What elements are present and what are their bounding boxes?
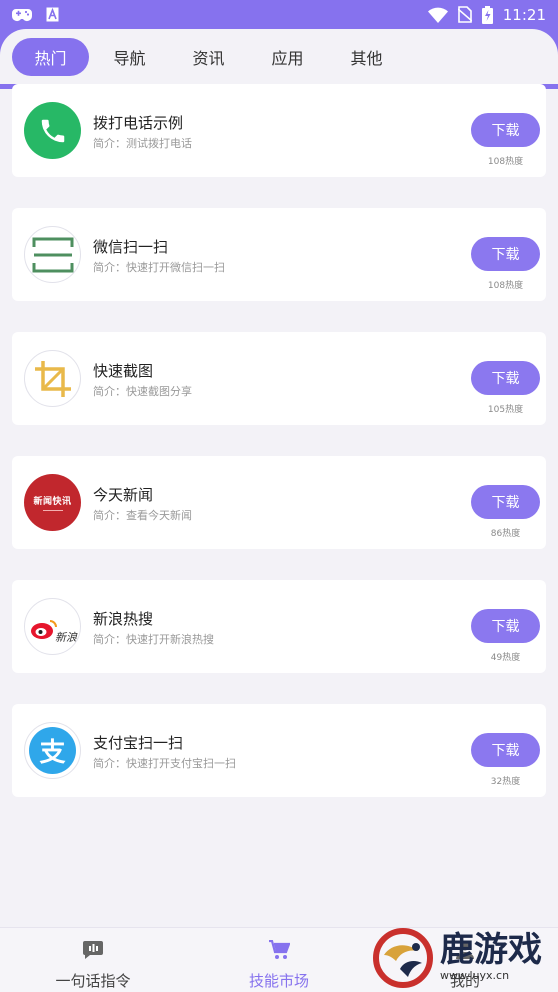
battery-charging-icon xyxy=(481,5,493,24)
category-tabs: 热门 导航 资讯 应用 其他 xyxy=(0,29,558,84)
no-sim-icon xyxy=(457,6,472,23)
heat-count: 86热度 xyxy=(490,529,521,539)
nav-voice-command[interactable]: 一句话指令 xyxy=(0,928,186,992)
tab-label: 其他 xyxy=(350,48,383,68)
list-item[interactable]: 新闻快讯 今天新闻 简介：查看今天新闻 下载 86热度 xyxy=(12,456,546,549)
tab-hot[interactable]: 热门 xyxy=(12,37,89,76)
alipay-logo-text: 支 xyxy=(29,727,76,774)
app-description: 简介：快速打开支付宝扫一扫 xyxy=(93,757,236,770)
news-logo-line xyxy=(42,510,63,511)
heat-count: 105热度 xyxy=(487,405,524,415)
app-description: 简介：测试拨打电话 xyxy=(93,137,192,150)
crop-icon xyxy=(24,350,81,407)
download-button[interactable]: 下载 xyxy=(471,113,540,147)
nav-label: 技能市场 xyxy=(248,972,309,990)
app-description: 简介：快速截图分享 xyxy=(93,385,192,398)
weibo-logo-text: 新浪 xyxy=(55,631,77,644)
nav-skill-market[interactable]: 技能市场 xyxy=(186,928,372,992)
app-description: 简介：查看今天新闻 xyxy=(93,509,192,522)
weibo-logo-icon: 新浪 xyxy=(24,598,81,655)
tab-label: 资讯 xyxy=(192,48,225,68)
app-name: 快速截图 xyxy=(93,362,154,380)
a-box-icon xyxy=(46,7,59,22)
list-item[interactable]: 新浪 新浪热搜 简介：快速打开新浪热搜 下载 49热度 xyxy=(12,580,546,673)
status-right: 11:21 xyxy=(427,5,546,24)
watermark-text-block: 鹿游戏 www.luyx.cn xyxy=(440,933,542,982)
scan-icon xyxy=(24,226,81,283)
download-button[interactable]: 下载 xyxy=(471,485,540,519)
download-button[interactable]: 下载 xyxy=(471,237,540,271)
watermark: 鹿游戏 www.luyx.cn xyxy=(370,923,558,992)
tab-label: 导航 xyxy=(113,48,146,68)
app-name: 新浪热搜 xyxy=(93,610,154,628)
cart-icon xyxy=(268,939,291,964)
tab-news[interactable]: 资讯 xyxy=(170,38,247,76)
heat-count: 108热度 xyxy=(487,281,524,291)
chat-voice-icon xyxy=(82,940,104,964)
gamepad-icon xyxy=(12,8,32,22)
app-name: 今天新闻 xyxy=(93,486,154,504)
heat-count: 108热度 xyxy=(487,157,524,167)
watermark-title: 鹿游戏 xyxy=(440,930,542,970)
alipay-logo-icon: 支 xyxy=(24,722,81,779)
tab-other[interactable]: 其他 xyxy=(328,38,405,76)
download-button[interactable]: 下载 xyxy=(471,609,540,643)
download-button[interactable]: 下载 xyxy=(471,361,540,395)
tab-label: 热门 xyxy=(34,48,67,68)
deer-logo-icon xyxy=(370,925,436,991)
heat-count: 32热度 xyxy=(490,777,521,787)
list-item[interactable]: 支 支付宝扫一扫 简介：快速打开支付宝扫一扫 下载 32热度 xyxy=(12,704,546,797)
status-left xyxy=(12,7,59,22)
nav-label: 一句话指令 xyxy=(55,972,131,990)
heat-count: 49热度 xyxy=(490,653,521,663)
tab-label: 应用 xyxy=(271,48,304,68)
app-name: 微信扫一扫 xyxy=(93,238,169,256)
list-item[interactable]: 快速截图 简介：快速截图分享 下载 105热度 xyxy=(12,332,546,425)
list-item[interactable]: 微信扫一扫 简介：快速打开微信扫一扫 下载 108热度 xyxy=(12,208,546,301)
app-description: 简介：快速打开微信扫一扫 xyxy=(93,261,225,274)
download-button[interactable]: 下载 xyxy=(471,733,540,767)
status-bar: 11:21 xyxy=(0,0,558,29)
tab-navigation[interactable]: 导航 xyxy=(91,38,168,76)
list-item[interactable]: 拨打电话示例 简介：测试拨打电话 下载 108热度 xyxy=(12,84,546,177)
news-logo-icon: 新闻快讯 xyxy=(24,474,81,531)
status-time: 11:21 xyxy=(502,5,546,24)
phone-icon xyxy=(24,102,81,159)
tab-apps[interactable]: 应用 xyxy=(249,38,326,76)
app-name: 拨打电话示例 xyxy=(93,114,184,132)
news-logo-text: 新闻快讯 xyxy=(33,497,72,507)
watermark-url: www.luyx.cn xyxy=(440,969,510,982)
app-description: 简介：快速打开新浪热搜 xyxy=(93,633,214,646)
app-name: 支付宝扫一扫 xyxy=(93,734,184,752)
wifi-icon xyxy=(427,7,448,23)
